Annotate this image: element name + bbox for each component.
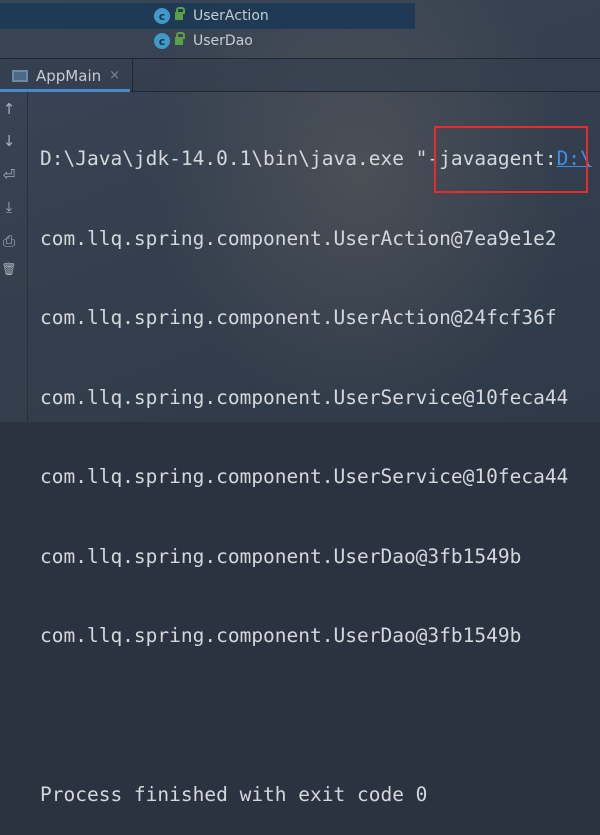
print-icon[interactable]: ⎙	[0, 232, 18, 250]
highlight-box	[434, 126, 588, 193]
console-output: D:\Java\jdk-14.0.1\bin\java.exe "-javaag…	[40, 96, 592, 835]
unlock-icon	[175, 7, 185, 20]
output-line: com.llq.spring.component.UserDao@3fb1549…	[40, 624, 522, 647]
console-toolbar: ↑ ↓ ⏎ ⤓ ⎙ 🗑	[0, 92, 28, 422]
tree-item-label: UserAction	[193, 8, 269, 24]
unlock-icon	[175, 32, 185, 45]
up-arrow-icon[interactable]: ↑	[0, 100, 18, 118]
output-line: com.llq.spring.component.UserService@10f…	[40, 385, 569, 409]
trash-icon[interactable]: 🗑	[0, 262, 18, 276]
down-arrow-icon[interactable]: ↓	[0, 132, 18, 150]
soft-wrap-icon[interactable]: ⏎	[0, 166, 18, 184]
exit-line: Process finished with exit code 0	[40, 783, 428, 806]
output-line: com.llq.spring.component.UserService@10f…	[40, 465, 569, 488]
project-tree: c UserAction c UserDao	[0, 0, 600, 58]
class-icon: c	[154, 33, 170, 49]
run-tab-bar: AppMain ×	[0, 58, 600, 92]
scroll-to-end-icon[interactable]: ⤓	[0, 198, 18, 216]
console-icon	[12, 69, 28, 82]
tree-item-label: UserDao	[193, 33, 253, 49]
class-icon: c	[154, 8, 170, 24]
output-line: com.llq.spring.component.UserDao@3fb1549…	[40, 544, 522, 568]
tab-label: AppMain	[36, 66, 102, 85]
close-icon[interactable]: ×	[109, 68, 120, 83]
tree-item-useraction[interactable]: c UserAction	[0, 3, 415, 29]
tree-item-userdao[interactable]: c UserDao	[0, 28, 600, 54]
tab-appmain[interactable]: AppMain ×	[0, 59, 133, 92]
output-line: com.llq.spring.component.UserAction@7ea9…	[40, 226, 557, 250]
output-line: com.llq.spring.component.UserAction@24fc…	[40, 306, 557, 329]
